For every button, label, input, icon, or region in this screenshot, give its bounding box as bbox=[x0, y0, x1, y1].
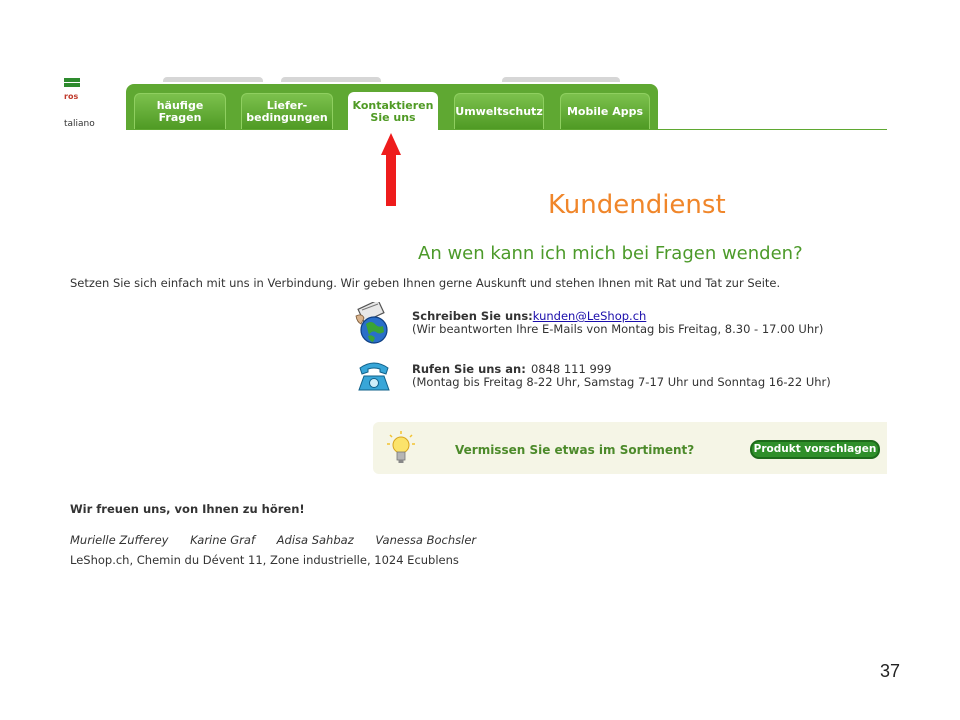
tab-haeufige-fragen[interactable]: häufige Fragen bbox=[134, 93, 226, 129]
page-title: Kundendienst bbox=[548, 190, 726, 220]
tab-lieferbedingungen[interactable]: Liefer- bedingungen bbox=[241, 93, 333, 129]
team-name: Vanessa Bochsler bbox=[375, 533, 477, 547]
tab-label: Mobile Apps bbox=[566, 104, 644, 118]
annotation-arrow-shaft bbox=[386, 152, 396, 206]
team-name: Adisa Sahbaz bbox=[276, 533, 354, 547]
ghost-tab bbox=[502, 77, 620, 82]
phone-icon bbox=[356, 360, 392, 396]
email-globe-icon bbox=[354, 299, 390, 344]
team-name: Karine Graf bbox=[190, 533, 255, 547]
email-link[interactable]: kunden@LeShop.ch bbox=[533, 309, 647, 323]
team-name: Murielle Zufferey bbox=[70, 533, 169, 547]
page-subtitle: An wen kann ich mich bei Fragen wenden? bbox=[418, 243, 803, 264]
intro-text: Setzen Sie sich einfach mit uns in Verbi… bbox=[70, 276, 781, 290]
phone-number[interactable]: 0848 111 999 bbox=[531, 362, 611, 376]
team-names: Murielle Zufferey Karine Graf Adisa Sahb… bbox=[70, 533, 494, 547]
phone-label: Rufen Sie uns an: bbox=[412, 362, 526, 376]
email-hours-note: (Wir beantworten Ihre E-Mails von Montag… bbox=[412, 322, 824, 336]
tab-mobile-apps[interactable]: Mobile Apps bbox=[560, 93, 650, 129]
tab-label: Kontaktieren Sie uns bbox=[352, 98, 434, 124]
tab-label: häufige Fragen bbox=[156, 98, 204, 124]
company-address: LeShop.ch, Chemin du Dévent 11, Zone ind… bbox=[70, 553, 459, 567]
suggest-product-button[interactable]: Produkt vorschlagen bbox=[750, 440, 880, 459]
email-label: Schreiben Sie uns: bbox=[412, 309, 533, 323]
thanks-text: Wir freuen uns, von Ihnen zu hören! bbox=[70, 502, 305, 516]
slide-page-number: 37 bbox=[880, 661, 901, 681]
language-link[interactable]: taliano bbox=[64, 119, 95, 129]
tab-kontaktieren[interactable]: Kontaktieren Sie uns bbox=[348, 92, 438, 131]
lightbulb-icon bbox=[386, 430, 416, 466]
phone-hours-note: (Montag bis Freitag 8-22 Uhr, Samstag 7-… bbox=[412, 375, 831, 389]
tab-umweltschutz[interactable]: Umweltschutz bbox=[454, 93, 544, 129]
tab-label: Umweltschutz bbox=[455, 104, 543, 118]
ghost-tab bbox=[281, 77, 381, 82]
suggest-text: Vermissen Sie etwas im Sortiment? bbox=[455, 443, 695, 457]
tab-label: Liefer- bedingungen bbox=[246, 98, 328, 124]
ghost-tab bbox=[163, 77, 263, 82]
tab-bar-divider bbox=[126, 129, 887, 130]
logo-text: ros bbox=[64, 92, 79, 101]
